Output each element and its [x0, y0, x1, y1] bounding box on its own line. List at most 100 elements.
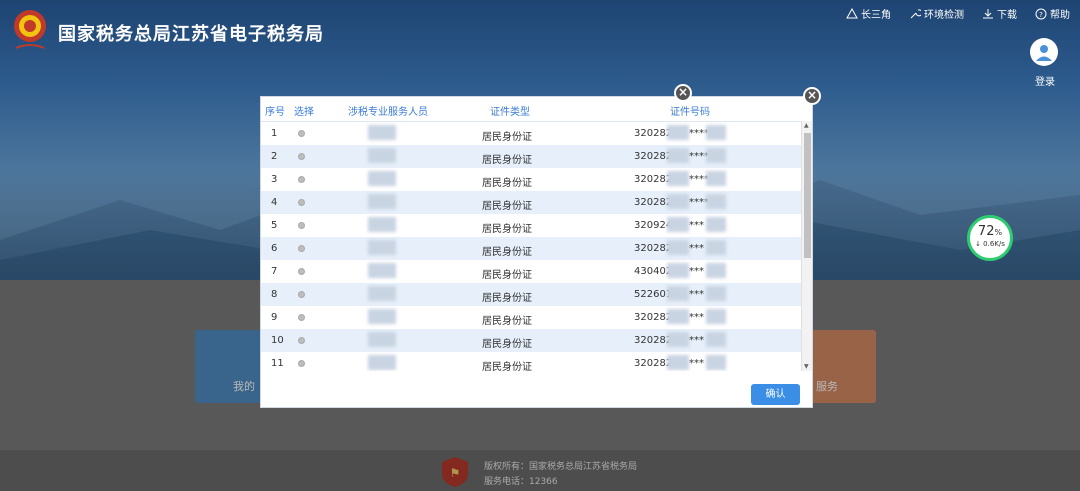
help-icon: ?	[1035, 8, 1047, 19]
redacted-id	[667, 309, 689, 324]
table-row[interactable]: 10 居民身份证 320282 ***	[261, 329, 801, 352]
row-id-type: 居民身份证	[482, 224, 532, 235]
redacted-id-tail	[706, 332, 726, 347]
row-id-type: 居民身份证	[482, 362, 532, 371]
row-id-mask: ***	[689, 312, 704, 323]
redacted-name	[368, 217, 396, 232]
nav-yangtze-delta[interactable]: 长三角	[846, 6, 891, 21]
redacted-id-tail	[706, 217, 726, 232]
nav-label: 长三角	[861, 10, 891, 21]
row-id-mask: ***	[689, 243, 704, 254]
redacted-id	[667, 148, 689, 163]
row-id-mask: ***	[689, 266, 704, 277]
redacted-name	[368, 148, 396, 163]
redacted-id	[667, 217, 689, 232]
scrollbar-thumb[interactable]	[804, 133, 811, 258]
login-button[interactable]: 登录	[1030, 38, 1060, 88]
nav-download[interactable]: 下载	[982, 6, 1017, 21]
table-row[interactable]: 9 居民身份证 320282 ***	[261, 306, 801, 329]
table-row[interactable]: 1 居民身份证 320282 ****	[261, 122, 801, 145]
redacted-id	[667, 263, 689, 278]
row-radio[interactable]	[298, 129, 305, 140]
scroll-down-icon[interactable]: ▼	[804, 363, 809, 370]
radio-icon	[298, 222, 305, 229]
redacted-name	[368, 286, 396, 301]
download-icon	[983, 8, 993, 18]
redacted-id-tail	[706, 263, 726, 278]
nav-env-check[interactable]: 环境检测	[909, 6, 964, 21]
redacted-name	[368, 332, 396, 347]
redacted-id-tail	[706, 194, 726, 209]
wrench-icon	[910, 8, 921, 18]
scroll-up-icon[interactable]: ▲	[804, 122, 809, 129]
redacted-id	[667, 125, 689, 140]
radio-icon	[298, 245, 305, 252]
row-id-type: 居民身份证	[482, 293, 532, 304]
radio-icon	[298, 291, 305, 298]
redacted-name	[368, 125, 396, 140]
table-row[interactable]: 2 居民身份证 320282 ****	[261, 145, 801, 168]
user-avatar-icon	[1030, 38, 1058, 66]
table-row[interactable]: 3 居民身份证 320282 ****	[261, 168, 801, 191]
table-row[interactable]: 11 居民身份证 320282 ***	[261, 352, 801, 371]
col-no: 序号	[265, 107, 285, 118]
redacted-id	[667, 171, 689, 186]
redacted-name	[368, 355, 396, 370]
table-row[interactable]: 8 居民身份证 522601 ***	[261, 283, 801, 306]
row-id-type: 居民身份证	[482, 270, 532, 281]
row-radio[interactable]	[298, 221, 305, 232]
row-radio[interactable]	[298, 290, 305, 301]
row-radio[interactable]	[298, 359, 305, 370]
col-select: 选择	[294, 107, 314, 118]
row-id-mask: ***	[689, 220, 704, 231]
speed-rate: ↓ 0.6K/s	[975, 240, 1005, 248]
radio-icon	[298, 153, 305, 160]
row-radio[interactable]	[298, 175, 305, 186]
table-scrollbar[interactable]: ▲ ▼	[801, 121, 812, 371]
redacted-id	[667, 286, 689, 301]
redacted-id-tail	[706, 171, 726, 186]
table-header: 序号 选择 涉税专业服务人员 证件类型 证件号码	[261, 97, 812, 119]
table-row[interactable]: 7 居民身份证 430402 ***	[261, 260, 801, 283]
redacted-id-tail	[706, 355, 726, 370]
redacted-id-tail	[706, 309, 726, 324]
close-icon[interactable]: ×	[674, 84, 692, 102]
col-id-number: 证件号码	[670, 107, 710, 118]
row-id-type: 居民身份证	[482, 178, 532, 189]
triangle-nodes-icon	[846, 7, 858, 18]
row-radio[interactable]	[298, 152, 305, 163]
col-id-type: 证件类型	[490, 107, 530, 118]
close-dialog-icon[interactable]: ×	[803, 87, 821, 105]
row-number: 5	[271, 220, 278, 231]
row-number: 10	[271, 335, 284, 346]
redacted-id-tail	[706, 286, 726, 301]
col-staff: 涉税专业服务人员	[348, 107, 428, 118]
redacted-name	[368, 263, 396, 278]
redacted-id-tail	[706, 125, 726, 140]
redacted-id	[667, 355, 689, 370]
row-radio[interactable]	[298, 198, 305, 209]
redacted-id	[667, 332, 689, 347]
nav-help[interactable]: ? 帮助	[1035, 6, 1070, 21]
row-id-type: 居民身份证	[482, 339, 532, 350]
tax-emblem-icon	[14, 10, 46, 49]
row-number: 7	[271, 266, 278, 277]
confirm-button[interactable]: 确认	[751, 384, 800, 405]
row-number: 4	[271, 197, 278, 208]
table-row[interactable]: 4 居民身份证 320282 ****	[261, 191, 801, 214]
row-number: 11	[271, 358, 284, 369]
row-radio[interactable]	[298, 336, 305, 347]
table-row[interactable]: 6 居民身份证 320282 ***	[261, 237, 801, 260]
redacted-name	[368, 309, 396, 324]
radio-icon	[298, 176, 305, 183]
nav-label: 帮助	[1050, 10, 1070, 21]
row-radio[interactable]	[298, 267, 305, 278]
radio-icon	[298, 360, 305, 367]
radio-icon	[298, 337, 305, 344]
table-row[interactable]: 5 居民身份证 320924 ***	[261, 214, 801, 237]
row-id-type: 居民身份证	[482, 155, 532, 166]
row-radio[interactable]	[298, 313, 305, 324]
speed-percent: 72%	[977, 224, 1003, 239]
row-radio[interactable]	[298, 244, 305, 255]
radio-icon	[298, 130, 305, 137]
